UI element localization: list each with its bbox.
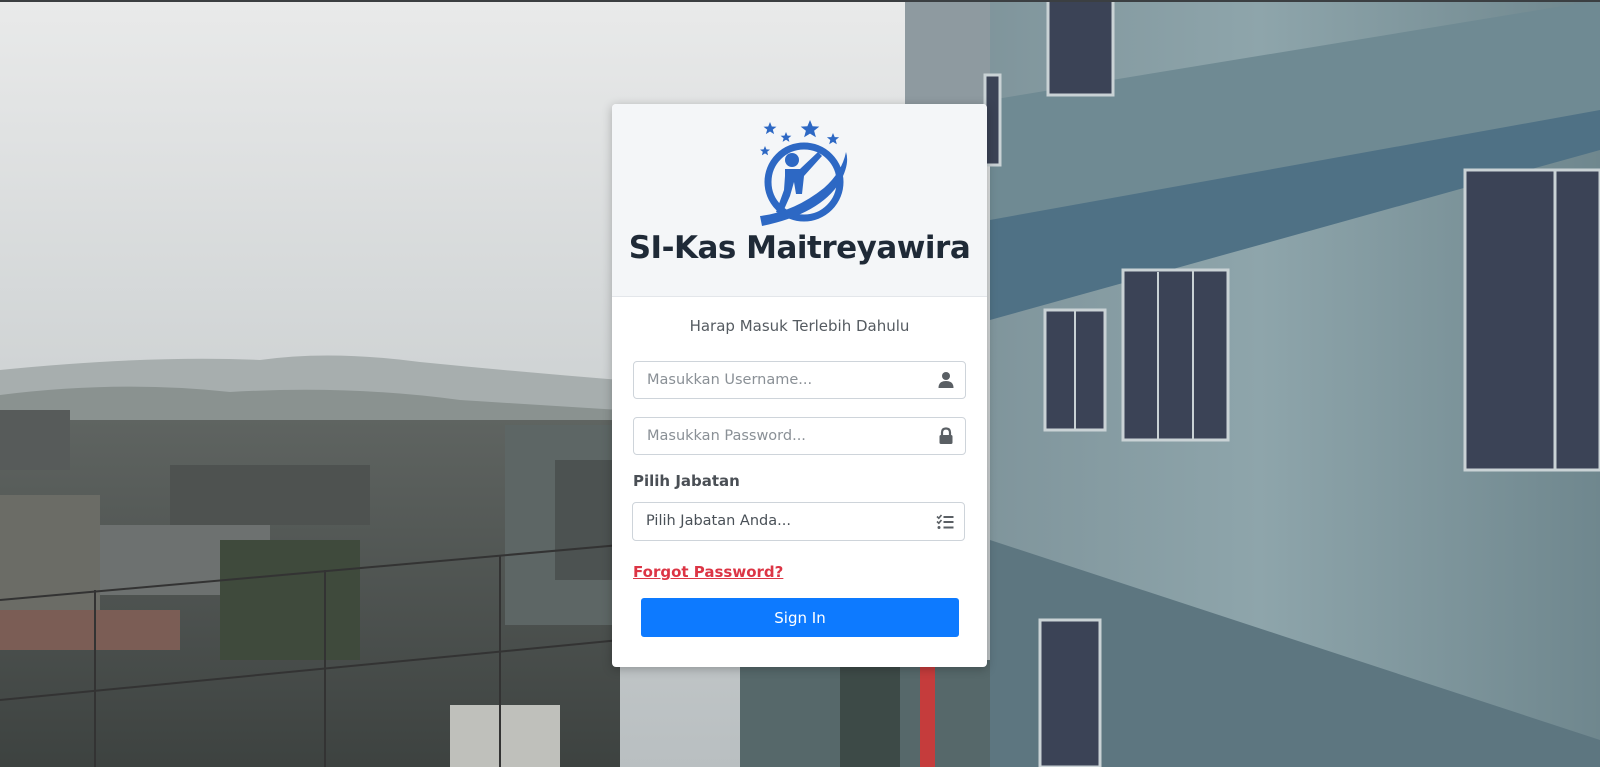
login-subtitle: Harap Masuk Terlebih Dahulu [689,317,910,335]
list-check-icon [936,514,954,529]
top-border [0,0,1600,2]
user-icon [938,372,954,388]
password-field[interactable] [633,417,966,455]
jabatan-label: Pilih Jabatan [633,472,740,490]
password-input[interactable] [634,418,937,454]
forgot-password-link[interactable]: Forgot Password? [633,563,783,581]
lock-icon [939,427,953,444]
username-field[interactable] [633,361,966,399]
login-card-header: SI-Kas Maitreyawira [612,104,987,297]
app-title: SI-Kas Maitreyawira [628,230,971,266]
sign-in-button[interactable]: Sign In [641,598,959,637]
login-card: SI-Kas Maitreyawira Harap Masuk Terlebih… [612,104,987,667]
username-input[interactable] [634,362,937,398]
jabatan-selected-value: Pilih Jabatan Anda... [646,513,791,529]
login-form: Harap Masuk Terlebih Dahulu Pilih Jabata… [612,297,987,667]
jabatan-select[interactable]: Pilih Jabatan Anda... [632,502,965,541]
app-logo-icon [760,120,848,226]
